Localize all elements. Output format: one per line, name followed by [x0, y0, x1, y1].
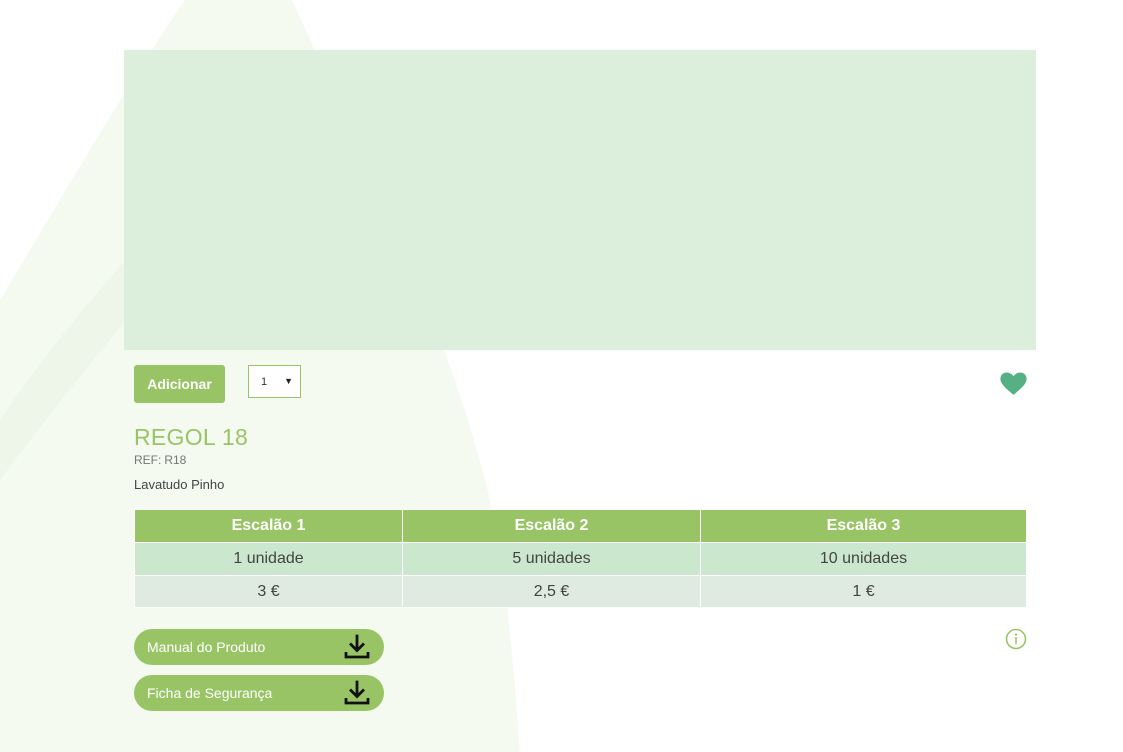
tier-header: Escalão 3 — [700, 509, 1027, 543]
quantity-value: 1 — [261, 375, 268, 388]
info-icon[interactable] — [1005, 628, 1027, 650]
product-title: REGOL 18 — [134, 424, 249, 450]
add-to-cart-button[interactable]: Adicionar — [134, 365, 225, 403]
caret-down-icon: ▼ — [284, 376, 293, 386]
quantity-select[interactable]: 1 ▼ — [248, 365, 301, 398]
tier-price: 3 € — [134, 575, 403, 608]
download-safety-label: Ficha de Segurança — [147, 685, 273, 701]
download-manual-label: Manual do Produto — [147, 639, 266, 655]
tier-price: 2,5 € — [402, 575, 701, 608]
product-page: Adicionar 1 ▼ REGOL 18 REF: R18 Lavatudo … — [0, 0, 1123, 752]
tier-header: Escalão 1 — [134, 509, 403, 543]
tier-header: Escalão 2 — [402, 509, 701, 543]
product-ref-value: R18 — [164, 453, 187, 467]
product-ref-label: REF: — [134, 453, 162, 467]
product-description: Lavatudo Pinho — [134, 477, 225, 492]
price-row: 3 € 2,5 € 1 € — [134, 575, 1027, 608]
heart-icon[interactable] — [1000, 372, 1027, 396]
table-header-row: Escalão 1 Escalão 2 Escalão 3 — [134, 509, 1027, 543]
download-manual-button[interactable]: Manual do Produto — [134, 629, 384, 665]
tier-quantity: 10 unidades — [700, 542, 1027, 576]
product-image — [124, 50, 1036, 350]
download-icon — [344, 680, 370, 705]
price-tier-table: Escalão 1 Escalão 2 Escalão 3 1 unidade … — [134, 509, 1027, 608]
tier-quantity: 5 unidades — [402, 542, 701, 576]
download-safety-sheet-button[interactable]: Ficha de Segurança — [134, 675, 384, 711]
download-icon — [344, 634, 370, 659]
product-reference: REF: R18 — [134, 453, 186, 467]
quantity-row: 1 unidade 5 unidades 10 unidades — [134, 542, 1027, 576]
tier-quantity: 1 unidade — [134, 542, 403, 576]
tier-price: 1 € — [700, 575, 1027, 608]
